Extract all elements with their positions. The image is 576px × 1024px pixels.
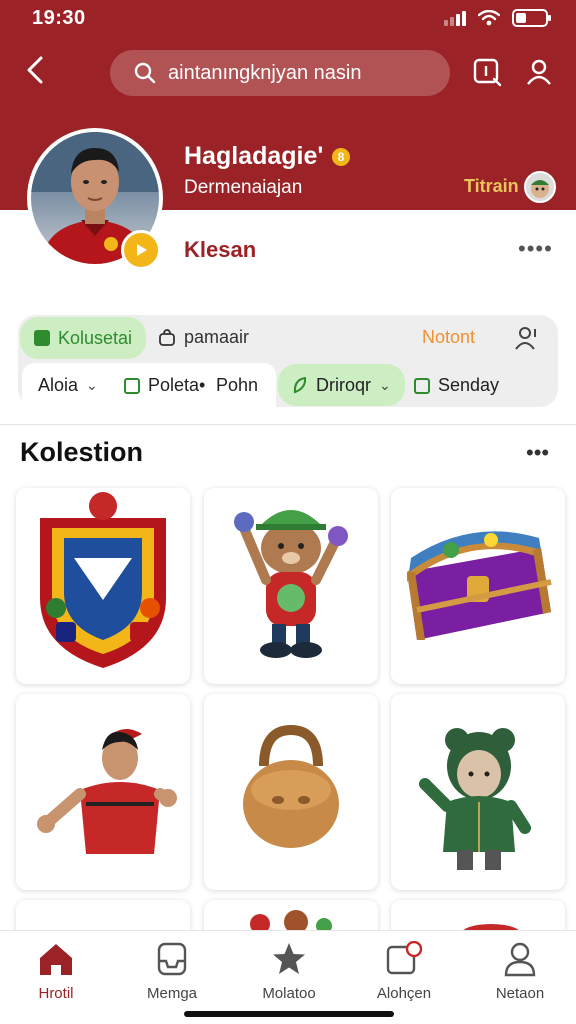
profile-name: Hagladagie'	[184, 142, 324, 170]
play-icon	[137, 244, 147, 256]
play-badge[interactable]	[121, 230, 161, 270]
bottom-navigation: Hrotil Memga Molatoo Alohçen Netaon	[0, 930, 576, 1024]
filter-chip-label: pamaair	[184, 327, 250, 347]
home-indicator[interactable]	[184, 1011, 394, 1017]
leather-bag-icon	[243, 724, 339, 848]
filter-chip-pohn[interactable]: Pohn	[216, 375, 258, 396]
nav-item-profile[interactable]: Hrotil	[8, 939, 104, 1009]
filter-chip-pamaair[interactable]: pamaair	[158, 327, 249, 348]
collection-card[interactable]	[204, 488, 378, 684]
user-icon	[504, 942, 536, 977]
nav-label: Molatoo	[262, 985, 316, 1002]
section-more-icon[interactable]: •••	[526, 440, 549, 466]
profile-subtitle: Dermenaiajan	[184, 177, 303, 198]
scan-button[interactable]	[470, 55, 504, 89]
filter-dropdown-driroqr[interactable]: Driroqr ⌄	[278, 364, 405, 406]
filter-chip-label: Aloia	[38, 375, 79, 395]
nav-label: Alohçen	[376, 985, 432, 1002]
wifi-icon	[478, 10, 500, 26]
nav-label: Memga	[146, 985, 198, 1002]
collection-card[interactable]	[204, 694, 378, 890]
profile-filter-button[interactable]	[514, 325, 540, 351]
account-button[interactable]	[522, 55, 556, 89]
collection-card[interactable]	[16, 694, 190, 890]
filter-chip-label: Pohn	[216, 375, 259, 395]
profile-action-label[interactable]: Klesan	[184, 237, 256, 263]
inbox-icon	[157, 942, 187, 976]
notification-icon	[386, 941, 423, 975]
bear-mascot-icon	[234, 510, 348, 658]
bag-icon	[159, 328, 175, 346]
filter-chip-label: Senday	[438, 375, 500, 395]
chevron-left-icon	[27, 56, 43, 84]
nav-item-netaon[interactable]: Netaon	[472, 939, 568, 1009]
filter-chip-kolusetai[interactable]: Kolusetai	[20, 317, 147, 359]
green-hoodie-figure-icon	[419, 728, 531, 870]
grid-icon	[124, 377, 140, 394]
filter-chip-poleta[interactable]: Poleta•	[124, 375, 205, 396]
calendar-icon	[414, 377, 430, 394]
treasure-chest-icon	[407, 531, 552, 640]
nav-item-molatoo[interactable]: Molatoo	[241, 939, 337, 1009]
nav-item-memga[interactable]: Memga	[124, 939, 220, 1009]
scan-icon	[473, 58, 502, 87]
nav-label: Hrotil	[38, 985, 74, 1002]
search-bar[interactable]	[110, 50, 450, 96]
more-options-icon[interactable]: ••••	[518, 236, 553, 262]
status-icons	[444, 9, 551, 27]
chevron-down-icon: ⌄	[379, 376, 391, 393]
filter-dropdown-aloia[interactable]: Aloia ⌄	[38, 375, 98, 396]
filter-chip-label: Kolusetai	[58, 327, 133, 348]
verified-badge-icon: 8	[332, 148, 350, 166]
battery-icon	[512, 9, 551, 27]
status-time: 19:30	[32, 7, 86, 29]
filter-chip-notont[interactable]: Notont	[422, 327, 475, 348]
nav-label: Netaon	[495, 985, 545, 1002]
home-icon	[40, 944, 72, 975]
tracker-label[interactable]: Titrain	[464, 176, 519, 197]
collection-card[interactable]	[391, 694, 565, 890]
section-divider	[0, 424, 576, 425]
filter-chip-label: Notont	[422, 327, 476, 347]
back-button[interactable]	[20, 55, 50, 91]
filter-chip-label: Poleta•	[148, 375, 206, 395]
team-crest-icon	[40, 492, 166, 668]
tracker-avatar[interactable]	[524, 171, 556, 203]
filter-chip-senday[interactable]: Senday	[414, 375, 499, 396]
section-title: Kolestion	[20, 437, 144, 467]
status-bar: 19:30	[0, 0, 576, 36]
collection-icon	[34, 330, 50, 346]
leaf-icon	[293, 376, 307, 394]
chevron-down-icon: ⌄	[86, 377, 98, 393]
user-add-icon	[515, 327, 536, 350]
mascot-avatar-icon	[531, 180, 549, 198]
filter-chip-label: Driroqr	[316, 374, 372, 395]
user-icon	[527, 59, 551, 85]
star-icon	[273, 943, 305, 974]
nav-item-alohcen[interactable]: Alohçen	[356, 939, 452, 1009]
search-input[interactable]	[168, 61, 438, 85]
collection-card[interactable]	[16, 488, 190, 684]
football-player-icon	[37, 729, 177, 854]
signal-icon	[444, 10, 466, 26]
collection-card[interactable]	[391, 488, 565, 684]
search-icon	[134, 62, 156, 84]
